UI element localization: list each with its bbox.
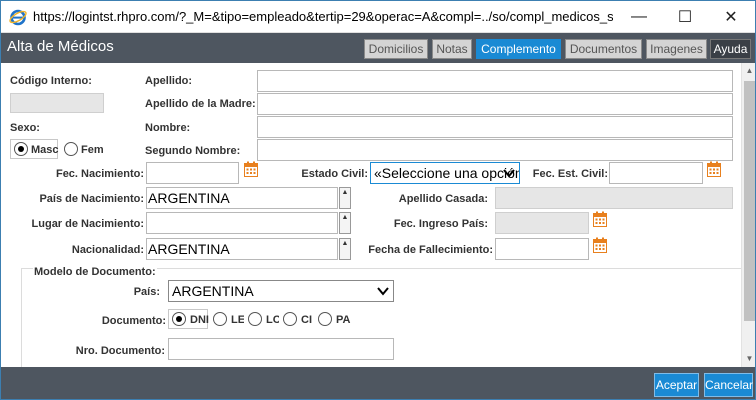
apellido-madre-label: Apellido de la Madre:	[145, 98, 256, 110]
doc-pais-select[interactable]: ARGENTINA	[168, 280, 394, 302]
doc-ci-label: CI	[301, 314, 312, 326]
fec-ingreso-pais-calendar-icon[interactable]	[593, 211, 607, 227]
dialog-footer: Aceptar Cancelar	[1, 367, 755, 399]
aceptar-button[interactable]: Aceptar	[654, 373, 699, 397]
minimize-button[interactable]: —	[616, 1, 662, 32]
dialog-window: https://logintst.rhpro.com/?_M=&tipo=emp…	[0, 0, 756, 400]
doc-le-option[interactable]: LE	[209, 309, 246, 329]
documento-tipo-label: Documento:	[101, 315, 166, 327]
segundo-nombre-label: Segundo Nombre:	[145, 145, 241, 157]
fec-ingreso-pais-label: Fec. Ingreso País:	[393, 218, 488, 230]
vertical-scrollbar[interactable]: ▲ ▼	[741, 63, 755, 367]
doc-le-label: LE	[231, 314, 246, 326]
chevron-down-icon[interactable]	[502, 166, 516, 180]
tab-notas[interactable]: Notas	[432, 39, 472, 59]
nombre-input[interactable]	[257, 116, 733, 138]
doc-pa-label: PA	[336, 314, 351, 326]
scroll-thumb[interactable]	[744, 81, 755, 321]
page-title: Alta de Médicos	[7, 38, 114, 55]
sexo-masc-label: Masc	[31, 144, 59, 156]
apellido-input[interactable]	[257, 70, 733, 92]
sexo-fem-label: Fem	[81, 144, 104, 156]
sexo-label: Sexo:	[10, 122, 40, 134]
tab-ayuda[interactable]: Ayuda	[710, 39, 751, 59]
nro-documento-input[interactable]	[168, 338, 394, 360]
fec-est-civil-calendar-icon[interactable]	[707, 161, 721, 177]
scroll-up-arrow-icon[interactable]: ▲	[742, 63, 755, 79]
estado-civil-select[interactable]: «Seleccione una opción»	[370, 162, 520, 184]
apellido-casada-label: Apellido Casada:	[398, 193, 488, 205]
fec-est-civil-label: Fec. Est. Civil:	[532, 168, 608, 180]
window-title: https://logintst.rhpro.com/?_M=&tipo=emp…	[33, 9, 613, 24]
fec-nacimiento-label: Fec. Nacimiento:	[55, 168, 144, 180]
nombre-label: Nombre:	[145, 122, 191, 134]
fecha-fallecimiento-calendar-icon[interactable]	[593, 237, 607, 253]
lugar-nacimiento-spinner[interactable]: ▲	[339, 212, 351, 234]
nacionalidad-spinner[interactable]: ▲	[339, 238, 351, 260]
pais-nacimiento-label: País de Nacimiento:	[39, 193, 144, 205]
fec-ingreso-pais-input[interactable]	[495, 212, 589, 234]
nacionalidad-label: Nacionalidad:	[71, 244, 144, 256]
lugar-nacimiento-input[interactable]	[146, 212, 338, 234]
tab-imagenes[interactable]: Imagenes	[646, 39, 707, 59]
doc-pais-label: País:	[133, 286, 160, 298]
modelo-documento-label: Modelo de Documento:	[33, 266, 157, 278]
fec-nacimiento-input[interactable]	[146, 162, 239, 184]
sexo-masc-option[interactable]: Masc	[10, 139, 59, 159]
page-header: Alta de Médicos Domicilios Notas Complem…	[1, 33, 755, 63]
doc-pais-value: ARGENTINA	[172, 283, 254, 299]
scroll-down-arrow-icon[interactable]: ▼	[742, 351, 755, 367]
estado-civil-value: «Seleccione una opción»	[374, 165, 520, 181]
doc-le-radio[interactable]	[213, 312, 227, 326]
doc-pa-option[interactable]: PA	[314, 309, 350, 329]
nro-documento-label: Nro. Documento:	[75, 345, 165, 357]
doc-lc-option[interactable]: LC	[244, 309, 281, 329]
close-button[interactable]: ✕	[708, 1, 754, 32]
pais-nacimiento-spinner[interactable]: ▲	[339, 187, 351, 209]
apellido-madre-input[interactable]	[257, 93, 733, 115]
doc-dni-label: DNI	[190, 314, 209, 326]
fecha-fallecimiento-input[interactable]	[495, 238, 589, 260]
apellido-label: Apellido:	[145, 75, 193, 87]
segundo-nombre-input[interactable]	[257, 139, 733, 161]
tab-domicilios[interactable]: Domicilios	[364, 39, 428, 59]
sexo-masc-radio[interactable]	[14, 142, 28, 156]
fec-est-civil-input[interactable]	[609, 162, 703, 184]
cancelar-button[interactable]: Cancelar	[704, 373, 753, 397]
doc-ci-radio[interactable]	[283, 312, 297, 326]
apellido-casada-input[interactable]	[495, 187, 733, 209]
form-content: Código Interno: Apellido: Apellido de la…	[1, 63, 741, 367]
fecha-fallecimiento-label: Fecha de Fallecimiento:	[368, 244, 493, 256]
tab-documentos[interactable]: Documentos	[565, 39, 642, 59]
codigo-interno-input[interactable]	[10, 93, 104, 113]
nacionalidad-input[interactable]: ARGENTINA	[146, 238, 338, 260]
estado-civil-label: Estado Civil:	[301, 168, 368, 180]
codigo-interno-label: Código Interno:	[10, 75, 92, 87]
doc-dni-radio[interactable]	[172, 312, 186, 326]
doc-lc-radio[interactable]	[248, 312, 262, 326]
internet-explorer-icon	[9, 9, 27, 26]
doc-pais-chevron-down-icon[interactable]	[376, 284, 390, 298]
doc-pa-radio[interactable]	[318, 312, 332, 326]
fec-nacimiento-calendar-icon[interactable]	[244, 161, 258, 177]
doc-ci-option[interactable]: CI	[279, 309, 313, 329]
sexo-fem-option[interactable]: Fem	[60, 139, 104, 159]
pais-nacimiento-input[interactable]: ARGENTINA	[146, 187, 338, 209]
title-bar: https://logintst.rhpro.com/?_M=&tipo=emp…	[1, 1, 755, 33]
tab-complemento[interactable]: Complemento	[476, 39, 561, 59]
doc-dni-option[interactable]: DNI	[168, 309, 209, 329]
sexo-fem-radio[interactable]	[64, 142, 78, 156]
maximize-button[interactable]: ☐	[662, 1, 708, 32]
lugar-nacimiento-label: Lugar de Nacimiento:	[31, 218, 144, 230]
